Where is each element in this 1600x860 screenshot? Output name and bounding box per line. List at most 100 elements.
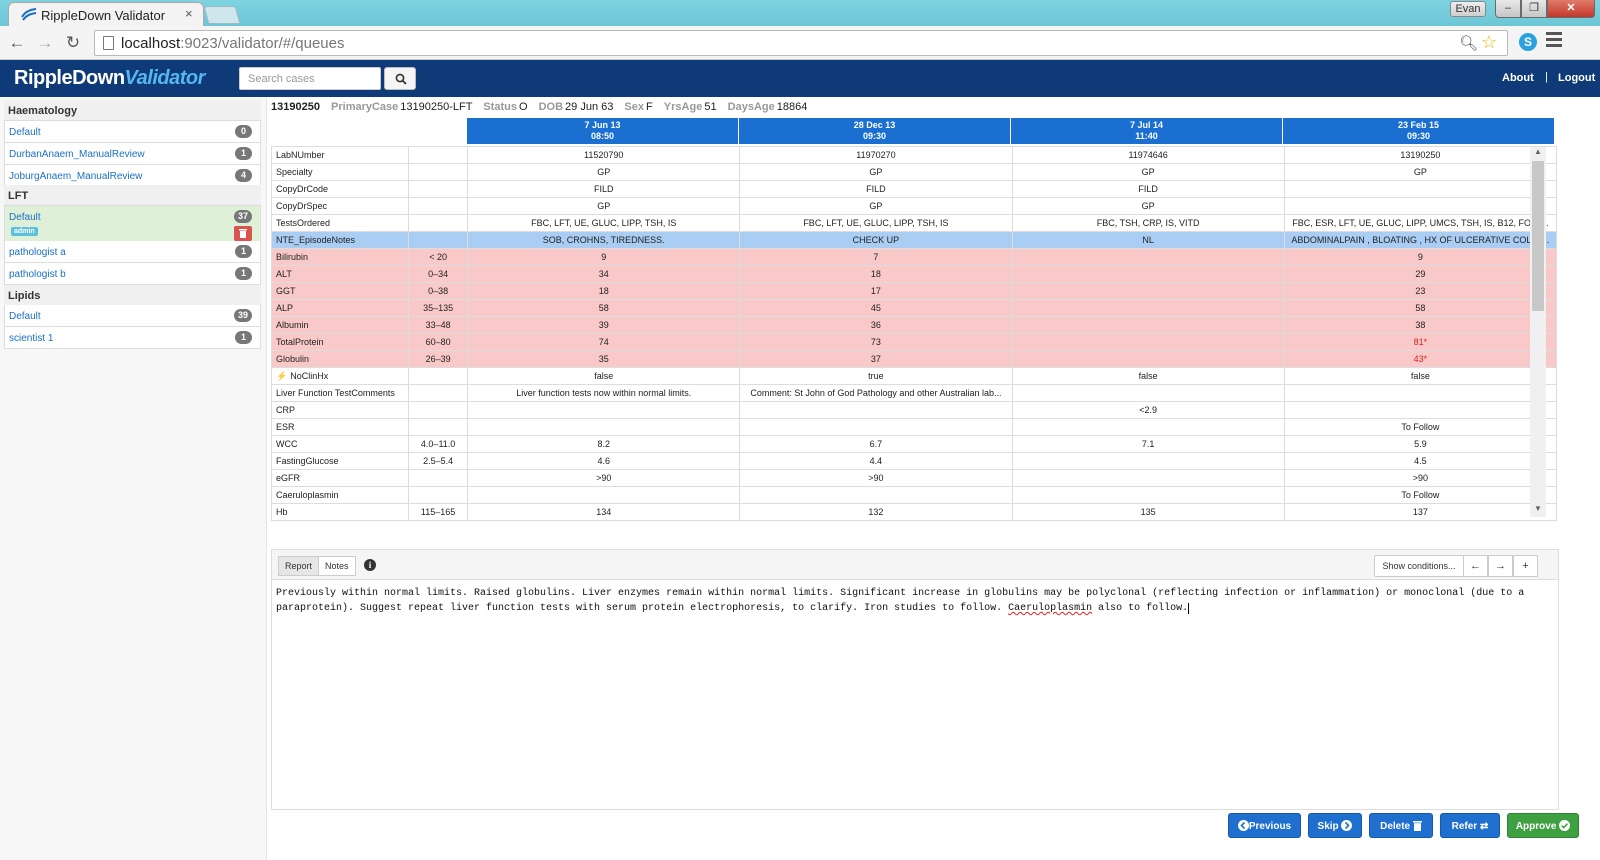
browser-user-badge[interactable]: Evan xyxy=(1450,1,1486,17)
arrow-right-icon[interactable]: → xyxy=(1488,555,1513,577)
queue-item-scientist-1[interactable]: scientist 1 1 xyxy=(4,327,261,349)
result-value-cell[interactable]: GP xyxy=(467,163,741,181)
result-value-cell[interactable]: GP xyxy=(1011,163,1285,181)
delete-queue-button[interactable] xyxy=(234,226,252,241)
result-value-cell[interactable]: false xyxy=(467,367,741,385)
zoom-icon[interactable]: 🔍︎ xyxy=(1459,34,1478,52)
table-row[interactable]: ALP 35–135 58 45 58 xyxy=(271,299,1558,317)
result-value-cell[interactable]: 23 xyxy=(1283,282,1558,300)
result-value-cell[interactable]: GP xyxy=(467,197,741,215)
tab-notes[interactable]: Notes xyxy=(318,556,356,576)
result-value-cell[interactable] xyxy=(739,486,1013,504)
result-value-cell[interactable]: To Follow xyxy=(1283,418,1558,436)
result-value-cell[interactable] xyxy=(1283,401,1558,419)
scroll-down-icon[interactable]: ▼ xyxy=(1530,504,1546,516)
results-scrollbar[interactable]: ▲ ▼ xyxy=(1530,147,1546,517)
result-value-cell[interactable]: NL xyxy=(1011,231,1285,249)
table-row[interactable]: Albumin 33–48 39 36 38 xyxy=(271,316,1558,334)
result-value-cell[interactable] xyxy=(1011,299,1285,317)
table-row[interactable]: Hb 115–165 134 132 135 137 xyxy=(271,503,1558,521)
queue-item-lft-default[interactable]: Default 37 admin xyxy=(4,206,261,244)
result-value-cell[interactable]: FILD xyxy=(739,180,1013,198)
result-value-cell[interactable]: 11974646 xyxy=(1011,146,1285,164)
result-value-cell[interactable] xyxy=(1011,265,1285,283)
arrow-left-icon[interactable]: ← xyxy=(1463,555,1488,577)
result-value-cell[interactable]: 74 xyxy=(467,333,741,351)
result-value-cell[interactable]: 18 xyxy=(467,282,741,300)
table-row[interactable]: ⚡ NoClinHx false true false false xyxy=(271,367,1558,385)
reload-icon[interactable]: ↻ xyxy=(62,32,84,54)
result-value-cell[interactable]: 17 xyxy=(739,282,1013,300)
result-value-cell[interactable]: FILD xyxy=(467,180,741,198)
result-value-cell[interactable]: SOB, CROHNS, TIREDNESS. xyxy=(467,231,741,249)
result-value-cell[interactable] xyxy=(1011,350,1285,368)
queue-item-pathologist-a[interactable]: pathologist a 1 xyxy=(4,241,261,263)
result-value-cell[interactable]: 36 xyxy=(739,316,1013,334)
minimize-icon[interactable]: – xyxy=(1495,0,1521,18)
plus-icon[interactable]: + xyxy=(1513,555,1538,577)
result-value-cell[interactable]: 35 xyxy=(467,350,741,368)
table-row[interactable]: TotalProtein 60–80 74 73 81* xyxy=(271,333,1558,351)
skip-button[interactable]: Skip xyxy=(1308,813,1362,838)
result-value-cell[interactable]: 137 xyxy=(1283,503,1558,521)
result-value-cell[interactable]: 8.2 xyxy=(467,435,741,453)
logout-link[interactable]: Logout xyxy=(1558,72,1595,84)
results-grid-viewport[interactable]: LabNUmber 11520790 11970270 11974646 1319025… xyxy=(271,146,1561,528)
table-row[interactable]: Specialty GP GP GP GP xyxy=(271,163,1558,181)
show-conditions-button[interactable]: Show conditions... xyxy=(1374,555,1464,577)
result-value-cell[interactable]: Comment: St John of God Pathology and ot… xyxy=(739,384,1013,402)
result-value-cell[interactable]: 45 xyxy=(739,299,1013,317)
result-value-cell[interactable]: 134 xyxy=(467,503,741,521)
result-value-cell[interactable]: 4.6 xyxy=(467,452,741,470)
queue-item-joburganaem[interactable]: JoburgAnaem_ManualReview 4 xyxy=(4,165,261,187)
result-value-cell[interactable]: ABDOMINALPAIN , BLOATING , HX OF ULCERAT… xyxy=(1283,231,1558,249)
result-value-cell[interactable]: To Follow xyxy=(1283,486,1558,504)
result-value-cell[interactable]: true xyxy=(739,367,1013,385)
browser-menu-icon[interactable] xyxy=(1546,32,1562,50)
result-value-cell[interactable] xyxy=(467,418,741,436)
result-value-cell[interactable]: 11970270 xyxy=(739,146,1013,164)
result-value-cell[interactable]: 13190250 xyxy=(1283,146,1558,164)
tab-report[interactable]: Report xyxy=(278,556,320,576)
result-value-cell[interactable]: Liver function tests now within normal l… xyxy=(467,384,741,402)
refer-button[interactable]: Refer ⇄ xyxy=(1440,813,1500,838)
approve-button[interactable]: Approve xyxy=(1507,813,1579,838)
result-value-cell[interactable]: >90 xyxy=(1283,469,1558,487)
date-column-header[interactable]: 7 Jul 14 11:40 xyxy=(1011,118,1283,144)
skype-extension-icon[interactable]: S xyxy=(1519,33,1537,51)
result-value-cell[interactable] xyxy=(1283,197,1558,215)
search-input[interactable] xyxy=(239,67,381,90)
result-value-cell[interactable] xyxy=(1011,418,1285,436)
table-row[interactable]: Bilirubin < 20 9 7 9 xyxy=(271,248,1558,266)
result-value-cell[interactable]: 6.7 xyxy=(739,435,1013,453)
date-column-header[interactable]: 28 Dec 13 09:30 xyxy=(739,118,1011,144)
report-textarea[interactable]: Previously within normal limits. Raised … xyxy=(276,586,1554,616)
result-value-cell[interactable] xyxy=(1011,486,1285,504)
result-value-cell[interactable]: 29 xyxy=(1283,265,1558,283)
tab-close-icon[interactable]: × xyxy=(185,6,193,21)
result-value-cell[interactable] xyxy=(1011,469,1285,487)
about-link[interactable]: About xyxy=(1502,72,1534,84)
result-value-cell[interactable]: 4.4 xyxy=(739,452,1013,470)
result-value-cell[interactable]: 11520790 xyxy=(467,146,741,164)
forward-icon[interactable]: → xyxy=(34,32,56,54)
result-value-cell[interactable] xyxy=(1011,384,1285,402)
table-row[interactable]: Caeruloplasmin To Follow xyxy=(271,486,1558,504)
table-row[interactable]: CRP <2.9 xyxy=(271,401,1558,419)
result-value-cell[interactable]: 81* xyxy=(1283,333,1558,351)
table-row[interactable]: TestsOrdered FBC, LFT, UE, GLUC, LIPP, TS… xyxy=(271,214,1558,232)
maximize-icon[interactable]: ❐ xyxy=(1521,0,1547,18)
result-value-cell[interactable]: FBC, LFT, UE, GLUC, LIPP, TSH, IS xyxy=(739,214,1013,232)
scroll-up-icon[interactable]: ▲ xyxy=(1530,147,1546,159)
result-value-cell[interactable] xyxy=(1283,180,1558,198)
result-value-cell[interactable]: 132 xyxy=(739,503,1013,521)
result-value-cell[interactable]: >90 xyxy=(467,469,741,487)
info-icon[interactable]: i xyxy=(364,559,376,571)
result-value-cell[interactable]: FBC, TSH, CRP, IS, VITD xyxy=(1011,214,1285,232)
result-value-cell[interactable] xyxy=(1011,282,1285,300)
result-value-cell[interactable]: 43* xyxy=(1283,350,1558,368)
result-value-cell[interactable]: FBC, ESR, LFT, UE, GLUC, LIPP, UMCS, TSH… xyxy=(1283,214,1558,232)
queue-item-haematology-default[interactable]: Default 0 xyxy=(4,121,261,143)
result-value-cell[interactable]: 58 xyxy=(467,299,741,317)
result-value-cell[interactable]: 9 xyxy=(467,248,741,266)
